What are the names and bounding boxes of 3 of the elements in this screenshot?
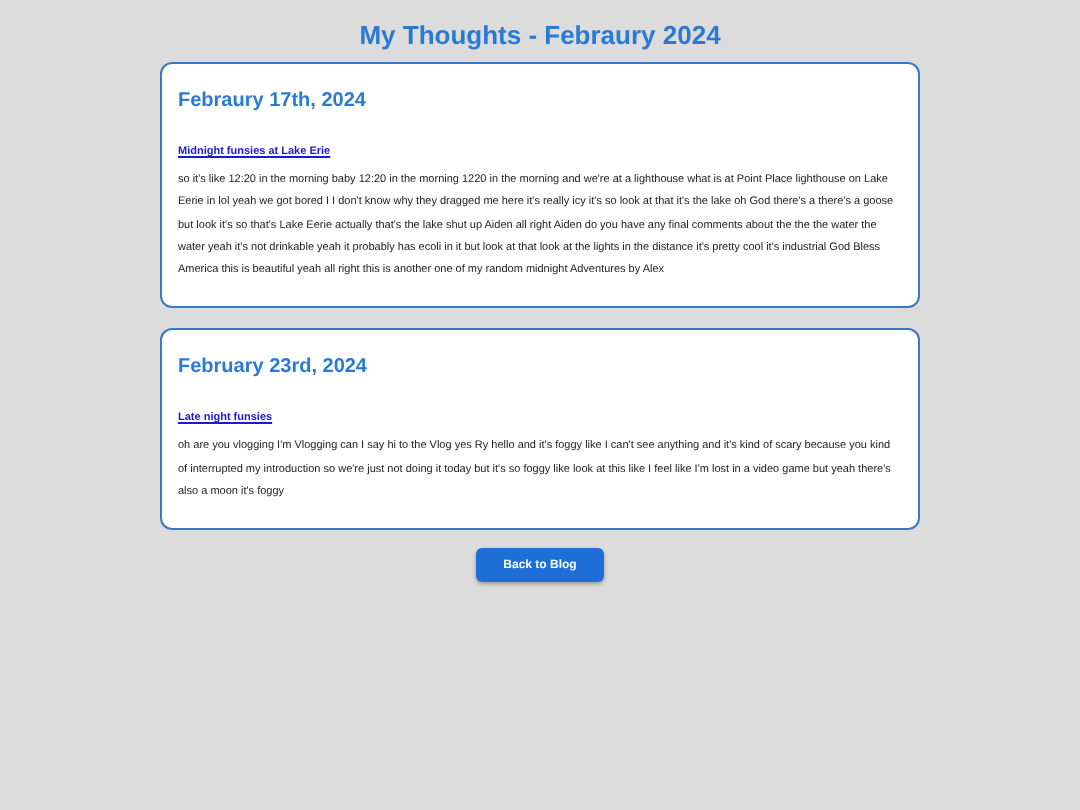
post-date: February 23rd, 2024 [178,354,369,379]
page-title: My Thoughts - Febraury 2024 [359,20,721,50]
post-date: Febraury 17th, 2024 [178,88,368,112]
